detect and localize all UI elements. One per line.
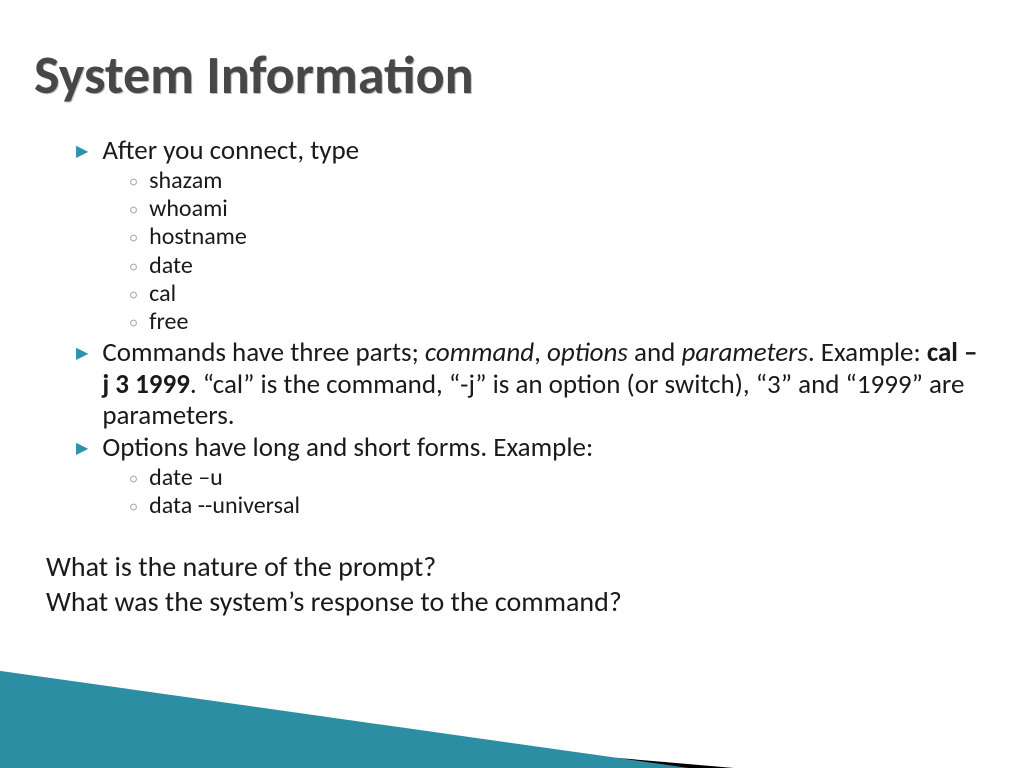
sub-bullet-item: ○ data --universal (130, 492, 984, 520)
sub-bullet-item: ○ free (130, 308, 984, 336)
bullet-item: ▶ After you connect, type (76, 135, 984, 167)
option-text: data --universal (149, 492, 300, 520)
bullet-text: Options have long and short forms. Examp… (102, 432, 593, 464)
text-fragment: , (534, 336, 547, 369)
text-fragment: . Example: (808, 336, 927, 369)
option-text: date –u (149, 464, 223, 492)
italic-term: parameters (681, 336, 807, 369)
command-text: shazam (149, 167, 222, 195)
decorative-footer (0, 628, 1024, 768)
text-fragment: and (628, 336, 682, 369)
triangle-light-icon (0, 708, 1024, 768)
triangle-bullet-icon: ▶ (76, 345, 88, 364)
bullet-text: Commands have three parts; command, opti… (102, 337, 984, 433)
triangle-black-icon (0, 703, 850, 768)
sub-bullet-item: ○ date (130, 252, 984, 280)
triangle-bullet-icon: ▶ (76, 440, 88, 459)
triangle-teal-icon (0, 668, 760, 768)
italic-term: command (425, 336, 534, 369)
circle-bullet-icon: ○ (130, 288, 137, 303)
command-text: whoami (149, 195, 228, 223)
sub-bullet-item: ○ hostname (130, 223, 984, 251)
sub-bullet-item: ○ whoami (130, 195, 984, 223)
slide-title: System Information (34, 42, 474, 108)
slide: System Information ▶ After you connect, … (0, 0, 1024, 768)
triangle-bullet-icon: ▶ (76, 143, 88, 162)
command-text: date (149, 252, 193, 280)
question-text: What is the nature of the prompt? (46, 549, 984, 584)
text-fragment: . “cal” is the command, “-j” is an optio… (102, 368, 964, 433)
sub-bullet-item: ○ cal (130, 280, 984, 308)
bullet-text: After you connect, type (102, 135, 359, 167)
circle-bullet-icon: ○ (130, 175, 137, 190)
circle-bullet-icon: ○ (130, 260, 137, 275)
italic-term: options (547, 336, 628, 369)
circle-bullet-icon: ○ (130, 316, 137, 331)
questions-block: What is the nature of the prompt? What w… (46, 549, 984, 619)
slide-content: ▶ After you connect, type ○ shazam ○ whoam… (76, 135, 984, 619)
command-text: free (149, 308, 188, 336)
text-fragment: Commands have three parts; (102, 336, 425, 369)
question-text: What was the system’s response to the co… (46, 584, 984, 619)
command-text: cal (149, 280, 176, 308)
bullet-item: ▶ Options have long and short forms. Exa… (76, 432, 984, 464)
circle-bullet-icon: ○ (130, 203, 137, 218)
circle-bullet-icon: ○ (130, 472, 137, 487)
sub-bullet-item: ○ date –u (130, 464, 984, 492)
circle-bullet-icon: ○ (130, 500, 137, 515)
command-text: hostname (149, 223, 247, 251)
sub-bullet-item: ○ shazam (130, 167, 984, 195)
circle-bullet-icon: ○ (130, 231, 137, 246)
bullet-item: ▶ Commands have three parts; command, op… (76, 337, 984, 433)
